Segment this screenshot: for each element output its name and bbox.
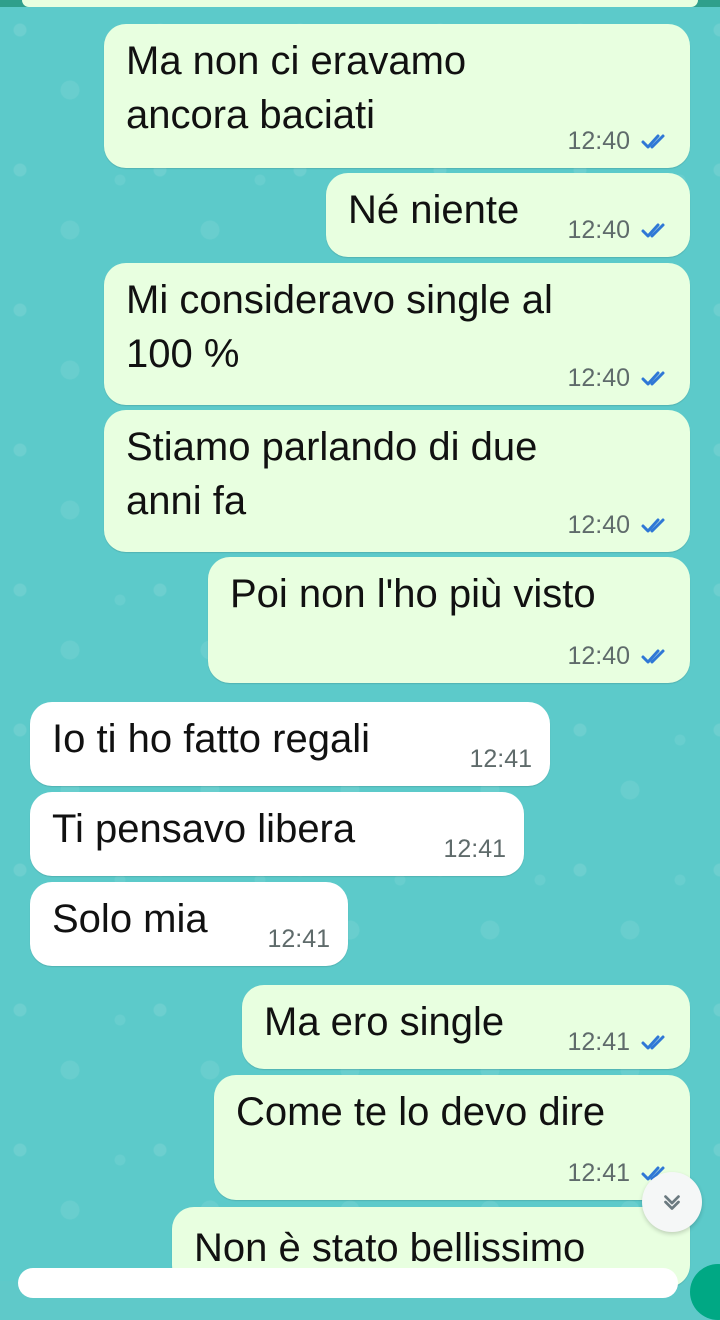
message-text: Ti pensavo libera	[52, 807, 356, 851]
double-check-icon	[641, 134, 665, 149]
double-check-icon	[641, 518, 665, 533]
message-text: Non è stato bellissimo	[194, 1226, 586, 1270]
message-meta: 12:41	[567, 1027, 670, 1057]
message-time: 12:40	[567, 511, 630, 539]
message-bubble-out-3[interactable]: Mi consideravo single al 100 % 12:40	[104, 263, 690, 405]
message-time: 12:40	[567, 364, 630, 392]
message-meta: 12:40	[567, 126, 670, 156]
message-meta: 12:40	[567, 510, 670, 540]
message-meta: 12:41	[443, 834, 506, 864]
message-bubble-out-6[interactable]: Ma ero single 12:41	[242, 985, 690, 1069]
message-bubble-out-2[interactable]: Né niente 12:40	[326, 173, 690, 257]
double-check-icon	[641, 223, 665, 238]
chevron-double-down-icon	[664, 1195, 680, 1210]
message-meta: 12:40	[567, 363, 670, 393]
message-bubble-in-2[interactable]: Ti pensavo libera 12:41	[30, 792, 524, 876]
message-meta: 12:41	[267, 924, 330, 954]
message-bubble-out-5[interactable]: Poi non l'ho più visto 12:40	[208, 557, 690, 683]
message-time: 12:41	[267, 925, 330, 953]
scroll-to-bottom-button[interactable]	[642, 1172, 702, 1232]
message-time: 12:40	[567, 642, 630, 670]
double-check-icon	[641, 371, 665, 386]
message-bubble-out-4[interactable]: Stiamo parlando di due anni fa 12:40	[104, 410, 690, 552]
double-check-icon	[641, 649, 665, 664]
message-bubble-in-1[interactable]: Io ti ho fatto regali 12:41	[30, 702, 550, 786]
message-time: 12:41	[567, 1159, 630, 1187]
double-check-icon	[641, 1035, 665, 1050]
message-text: Poi non l'ho più visto	[230, 572, 596, 616]
message-text: Come te lo devo dire	[236, 1090, 606, 1134]
message-meta: 12:40	[567, 641, 670, 671]
message-meta: 12:41	[469, 744, 532, 774]
chat-message-list[interactable]: Ma non ci eravamo ancora baciati 12:40 N…	[0, 0, 720, 1287]
message-meta: 12:40	[567, 215, 670, 245]
message-time: 12:41	[567, 1028, 630, 1056]
message-time: 12:40	[567, 127, 630, 155]
message-time: 12:41	[469, 745, 532, 773]
message-composer[interactable]	[18, 1268, 678, 1298]
message-bubble-out-7[interactable]: Come te lo devo dire 12:41	[214, 1075, 690, 1200]
message-time: 12:40	[567, 216, 630, 244]
message-bubble-out-1[interactable]: Ma non ci eravamo ancora baciati 12:40	[104, 24, 690, 168]
message-text: Io ti ho fatto regali	[52, 717, 370, 761]
message-bubble-in-3[interactable]: Solo mia 12:41	[30, 882, 348, 966]
message-time: 12:41	[443, 835, 506, 863]
